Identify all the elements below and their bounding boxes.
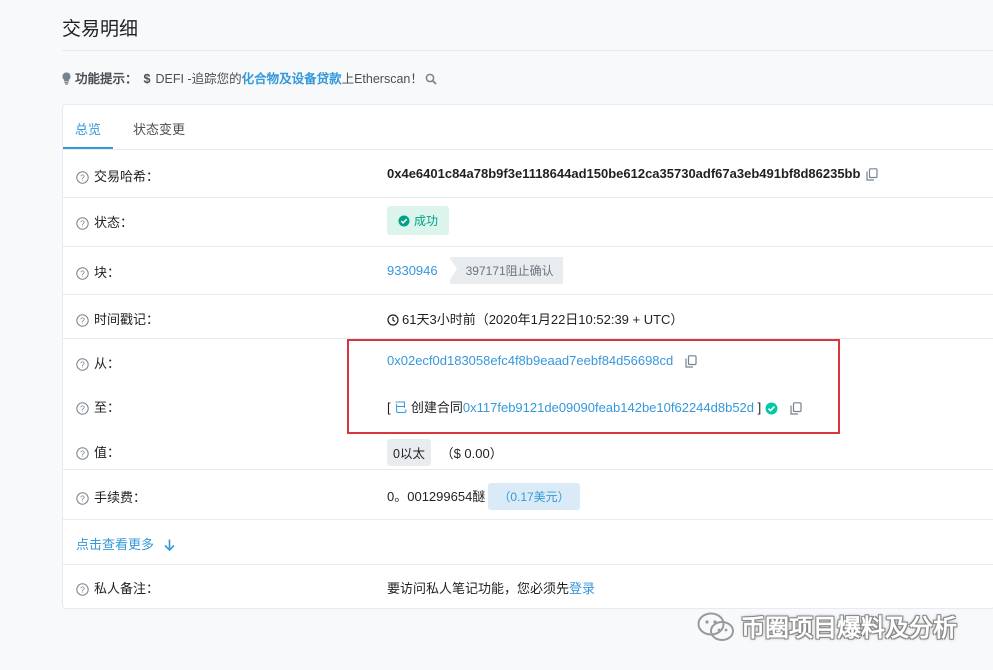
fee-value: 0。001299654醚 （0.17美元） bbox=[387, 483, 580, 510]
private-note-value: 要访问私人笔记功能，您必须先登录 bbox=[387, 581, 596, 596]
hint-prefix: DEFI -追踪您的 bbox=[155, 72, 242, 86]
svg-text:?: ? bbox=[80, 173, 85, 183]
fee-label: ? 手续费： bbox=[76, 487, 146, 508]
from-address-link[interactable]: 0x02ecf0d183058efc4f8b9eaad7eebf84d56698… bbox=[387, 353, 673, 368]
divider bbox=[63, 469, 993, 470]
copy-icon[interactable] bbox=[866, 168, 879, 184]
block-label: ? 块： bbox=[76, 262, 120, 283]
to-label: ? 至： bbox=[76, 397, 120, 418]
clock-icon bbox=[387, 314, 399, 329]
hint-suffix: 上Etherscan！ bbox=[341, 72, 423, 86]
status-value: 成功 bbox=[387, 206, 450, 235]
divider bbox=[63, 246, 993, 247]
eth-value-badge: 0以太 bbox=[387, 439, 431, 466]
to-value: [ 已 创建合同0x117feb9121de09090feab142be10f6… bbox=[387, 397, 802, 418]
tx-hash-label: ? 交易哈希： bbox=[76, 166, 159, 187]
question-icon: ? bbox=[76, 583, 89, 599]
timestamp-label: ? 时间戳记： bbox=[76, 309, 159, 330]
tx-hash[interactable]: 0x4e6401c84a78b9f3e1118644ad150be612ca35… bbox=[387, 166, 860, 181]
search-icon bbox=[425, 73, 437, 88]
svg-text:?: ? bbox=[80, 494, 85, 504]
block-number-link[interactable]: 9330946 bbox=[387, 263, 438, 278]
divider bbox=[63, 338, 993, 339]
tab-bar: 总览 状态变更 bbox=[63, 105, 993, 150]
contract-address-link[interactable]: 0x117feb9121de09090feab142be10f62244d8b5… bbox=[463, 400, 754, 415]
question-icon: ? bbox=[76, 447, 89, 463]
svg-text:?: ? bbox=[80, 585, 85, 595]
question-icon: ? bbox=[76, 402, 89, 418]
block-value: 9330946 397171阻止确认 bbox=[387, 257, 563, 284]
usd-value: （$ 0.00） bbox=[440, 446, 503, 461]
divider bbox=[63, 294, 993, 295]
page-title: 交易明细 bbox=[62, 19, 139, 40]
question-icon: ? bbox=[76, 171, 89, 187]
tx-hash-value: 0x4e6401c84a78b9f3e1118644ad150be612ca35… bbox=[387, 166, 879, 184]
created-contract-text: 创建合同 bbox=[410, 400, 463, 415]
svg-text:?: ? bbox=[80, 449, 85, 459]
value-value: 0以太 （$ 0.00） bbox=[387, 439, 503, 466]
status-badge: 成功 bbox=[387, 206, 450, 235]
svg-text:?: ? bbox=[80, 219, 85, 229]
question-icon: ? bbox=[76, 358, 89, 374]
private-note-label: ? 私人备注： bbox=[76, 578, 159, 599]
login-link[interactable]: 登录 bbox=[569, 581, 595, 596]
wechat-icon bbox=[697, 612, 734, 641]
tab-state-changes[interactable]: 状态变更 bbox=[133, 119, 185, 138]
timestamp-value: 61天3小时前（2020年1月22日10:52:39 + UTC） bbox=[387, 309, 683, 329]
feature-hint: 功能提示： $ DEFI -追踪您的化合物及设备贷款上Etherscan！ bbox=[62, 68, 437, 88]
question-icon: ? bbox=[76, 217, 89, 233]
divider bbox=[63, 519, 993, 520]
fee-eth: 0。001299654醚 bbox=[387, 489, 486, 504]
confirmations-badge: 397171阻止确认 bbox=[448, 257, 563, 284]
title-divider bbox=[62, 50, 993, 51]
copy-icon[interactable] bbox=[790, 402, 802, 418]
arrow-down-icon bbox=[164, 539, 175, 554]
hint-label: 功能提示： bbox=[75, 72, 138, 86]
copy-icon[interactable] bbox=[685, 355, 697, 371]
question-icon: ? bbox=[76, 492, 89, 508]
from-value: 0x02ecf0d183058efc4f8b9eaad7eebf84d56698… bbox=[387, 353, 697, 371]
divider bbox=[63, 564, 993, 565]
status-label: ? 状态： bbox=[76, 212, 133, 233]
svg-text:?: ? bbox=[80, 269, 85, 279]
svg-text:?: ? bbox=[80, 316, 85, 326]
value-label: ? 值： bbox=[76, 442, 120, 463]
lightbulb-icon bbox=[62, 72, 71, 88]
svg-text:?: ? bbox=[80, 404, 85, 414]
hint-link[interactable]: 化合物及设备贷款 bbox=[242, 72, 342, 86]
transaction-card: 总览 状态变更 ? 交易哈希： 0x4e6401c84a78b9f3e111864… bbox=[62, 104, 993, 609]
active-tab-indicator bbox=[63, 147, 113, 149]
see-more-link[interactable]: 点击查看更多 bbox=[76, 534, 175, 554]
divider bbox=[63, 197, 993, 198]
tab-overview[interactable]: 总览 bbox=[75, 119, 101, 138]
watermark: 币圈项目爆料及分析 bbox=[697, 608, 957, 643]
svg-text:?: ? bbox=[80, 360, 85, 370]
question-icon: ? bbox=[76, 314, 89, 330]
verified-check-icon bbox=[765, 402, 778, 418]
dollar-sign: $ bbox=[143, 72, 151, 86]
question-icon: ? bbox=[76, 267, 89, 283]
fee-usd-badge: （0.17美元） bbox=[488, 483, 580, 510]
check-circle-icon bbox=[398, 215, 410, 227]
contract-prefix: 已 bbox=[394, 400, 408, 415]
from-label: ? 从： bbox=[76, 353, 120, 374]
